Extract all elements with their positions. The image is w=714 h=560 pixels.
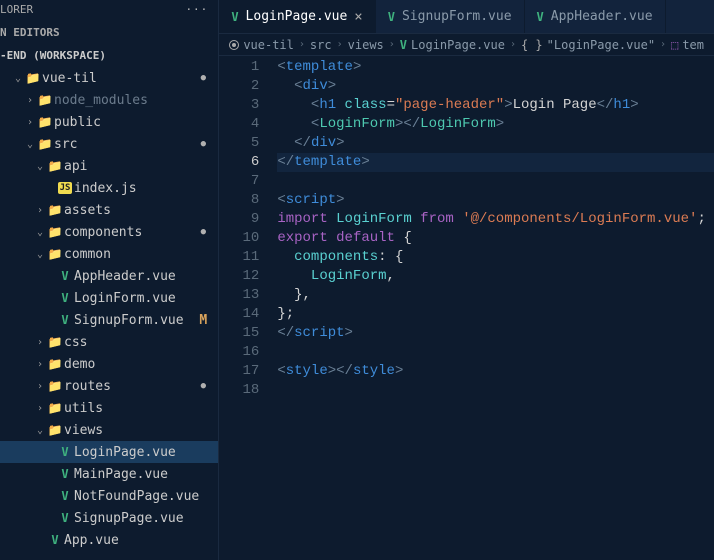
folder-assets[interactable]: ›📁 assets (0, 199, 218, 221)
folder-demo[interactable]: ›📁 demo (0, 353, 218, 375)
file-loginform-vue[interactable]: V LoginForm.vue (0, 287, 218, 309)
vue-icon: V (400, 38, 407, 52)
symbol-icon: ⬚ (671, 38, 678, 52)
file-index-js[interactable]: JS index.js (0, 177, 218, 199)
folder-views[interactable]: ⌄📁 views (0, 419, 218, 441)
code-editor[interactable]: 123456789101112131415161718 <template> <… (219, 56, 714, 560)
open-editors-section[interactable]: N EDITORS (0, 21, 218, 44)
tab-appheader[interactable]: V AppHeader.vue (525, 0, 666, 33)
folder-public[interactable]: ›📁 public (0, 111, 218, 133)
more-icon[interactable]: ··· (185, 3, 208, 16)
vue-icon: V (537, 10, 544, 24)
file-mainpage-vue[interactable]: V MainPage.vue (0, 463, 218, 485)
file-signupform-vue[interactable]: V SignupForm.vue M (0, 309, 218, 331)
folder-api[interactable]: ⌄📁 api (0, 155, 218, 177)
code-content[interactable]: <template> <div> <h1 class="page-header"… (277, 58, 714, 560)
workspace-section[interactable]: -END (WORKSPACE) (0, 44, 218, 67)
vue-icon: V (231, 10, 238, 24)
tab-label: SignupForm.vue (402, 9, 512, 24)
folder-components[interactable]: ⌄📁 components ● (0, 221, 218, 243)
editor-pane: V LoginPage.vue × V SignupForm.vue V App… (219, 0, 714, 560)
vue-icon: V (388, 10, 395, 24)
file-tree: ⌄📁 vue-til ● ›📁 node_modules ›📁 public ⌄… (0, 67, 218, 560)
explorer-title: LORER (0, 3, 33, 16)
tab-loginpage[interactable]: V LoginPage.vue × (219, 0, 375, 33)
folder-common[interactable]: ⌄📁 common (0, 243, 218, 265)
file-appheader-vue[interactable]: V AppHeader.vue (0, 265, 218, 287)
folder-node-modules[interactable]: ›📁 node_modules (0, 89, 218, 111)
tab-label: AppHeader.vue (551, 9, 653, 24)
folder-utils[interactable]: ›📁 utils (0, 397, 218, 419)
file-loginpage-vue[interactable]: V LoginPage.vue (0, 441, 218, 463)
folder-routes[interactable]: ›📁 routes ● (0, 375, 218, 397)
target-icon (229, 40, 239, 50)
folder-src[interactable]: ⌄📁 src ● (0, 133, 218, 155)
file-app-vue[interactable]: V App.vue (0, 529, 218, 551)
tab-signupform[interactable]: V SignupForm.vue (376, 0, 525, 33)
breadcrumb[interactable]: vue-til › src › views › VLoginPage.vue ›… (219, 34, 714, 56)
folder-vue-til[interactable]: ⌄📁 vue-til ● (0, 67, 218, 89)
explorer-sidebar: LORER ··· N EDITORS -END (WORKSPACE) ⌄📁 … (0, 0, 219, 560)
file-notfoundpage-vue[interactable]: V NotFoundPage.vue (0, 485, 218, 507)
file-signuppage-vue[interactable]: V SignupPage.vue (0, 507, 218, 529)
tab-label: LoginPage.vue (246, 9, 348, 24)
line-number-gutter: 123456789101112131415161718 (219, 58, 277, 560)
editor-tabs: V LoginPage.vue × V SignupForm.vue V App… (219, 0, 714, 34)
folder-css[interactable]: ›📁 css (0, 331, 218, 353)
close-icon[interactable]: × (354, 9, 362, 25)
braces-icon: { } (521, 38, 543, 52)
